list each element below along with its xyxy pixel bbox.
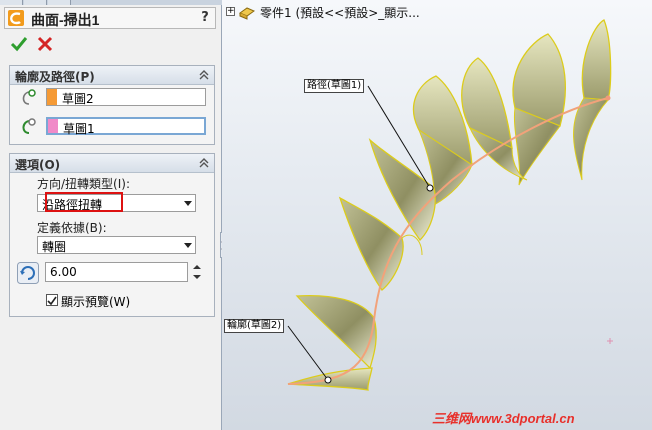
solidworks-window: 曲面-掃出1 ? 輪廓及路徑(P) 草圖2 草圖1 選項(O) 方向/扭轉類型(…	[0, 0, 652, 430]
graphics-viewport[interactable]: + 零件1 (預設<<預設>_顯示... 路徑(草圖1) 輪廓(草圖2) 三维网…	[222, 0, 652, 430]
profile-path-group: 輪廓及路徑(P) 草圖2 草圖1	[9, 65, 215, 145]
site-watermark: 三维网www.3dportal.cn	[432, 411, 575, 426]
define-by-dropdown[interactable]: 轉圈	[37, 236, 196, 254]
path-end-point	[605, 95, 611, 101]
define-by-label: 定義依據(B):	[37, 221, 107, 235]
profile-path-title: 輪廓及路徑(P)	[15, 70, 95, 84]
cancel-x-icon[interactable]	[36, 35, 54, 53]
profile-sketch-icon	[22, 89, 36, 105]
part-icon	[238, 7, 256, 20]
turns-input[interactable]: 6.00	[45, 262, 188, 282]
property-manager-panel: 曲面-掃出1 ? 輪廓及路徑(P) 草圖2 草圖1 選項(O) 方向/扭轉類型(…	[0, 0, 222, 430]
collapse-chevron-icon[interactable]	[198, 69, 210, 81]
path-sketch-icon	[22, 118, 36, 134]
path-callout-anchor	[426, 184, 434, 192]
collapse-chevron-icon[interactable]	[198, 157, 210, 169]
profile-sketch-value: 草圖2	[62, 92, 94, 106]
manager-tab-strip	[0, 0, 222, 5]
feature-title-bar: 曲面-掃出1 ?	[4, 7, 216, 29]
blade-1	[573, 19, 612, 181]
expand-plus-icon[interactable]: +	[226, 7, 235, 16]
swept-surface-icon	[8, 10, 24, 26]
part-breadcrumb: 零件1 (預設<<預設>_顯示...	[260, 6, 420, 20]
annotation-highlight-box	[45, 192, 123, 212]
ok-checkmark-icon[interactable]	[10, 35, 28, 53]
blade-2	[512, 33, 566, 186]
path-callout-label[interactable]: 路徑(草圖1)	[304, 79, 365, 93]
profile-callout-anchor	[324, 376, 332, 384]
path-sketch-value: 草圖1	[63, 122, 95, 136]
orientation-label: 方向/扭轉類型(I):	[37, 177, 130, 191]
swept-surface-model[interactable]	[222, 0, 652, 430]
define-by-value: 轉圈	[42, 240, 67, 254]
dropdown-arrow-icon	[184, 243, 192, 248]
feature-tree-tab[interactable]	[0, 0, 23, 5]
configuration-tab[interactable]	[48, 0, 71, 5]
dropdown-arrow-icon	[184, 201, 192, 206]
turns-spinner[interactable]	[191, 262, 203, 282]
options-title: 選項(O)	[15, 158, 61, 172]
options-header[interactable]: 選項(O)	[10, 154, 214, 173]
profile-color-swatch	[47, 89, 57, 105]
origin-marker-icon	[607, 338, 613, 344]
profile-path-header[interactable]: 輪廓及路徑(P)	[10, 66, 214, 85]
property-manager-tab[interactable]	[24, 0, 47, 5]
turns-value: 6.00	[50, 265, 77, 279]
path-selection-box[interactable]: 草圖1	[46, 117, 206, 136]
profile-callout-leader	[287, 325, 329, 381]
checkmark-icon	[47, 296, 57, 306]
blade-7	[295, 294, 377, 370]
profile-selection-box[interactable]: 草圖2	[46, 88, 206, 106]
help-button[interactable]: ?	[196, 9, 214, 27]
show-preview-checkbox[interactable]	[46, 294, 58, 306]
profile-callout-label[interactable]: 輪廓(草圖2)	[224, 319, 285, 333]
show-preview-label: 顯示預覽(W)	[61, 295, 131, 309]
turns-rotate-icon[interactable]	[17, 262, 39, 284]
feature-title: 曲面-掃出1	[31, 12, 100, 28]
path-color-swatch	[48, 119, 58, 133]
